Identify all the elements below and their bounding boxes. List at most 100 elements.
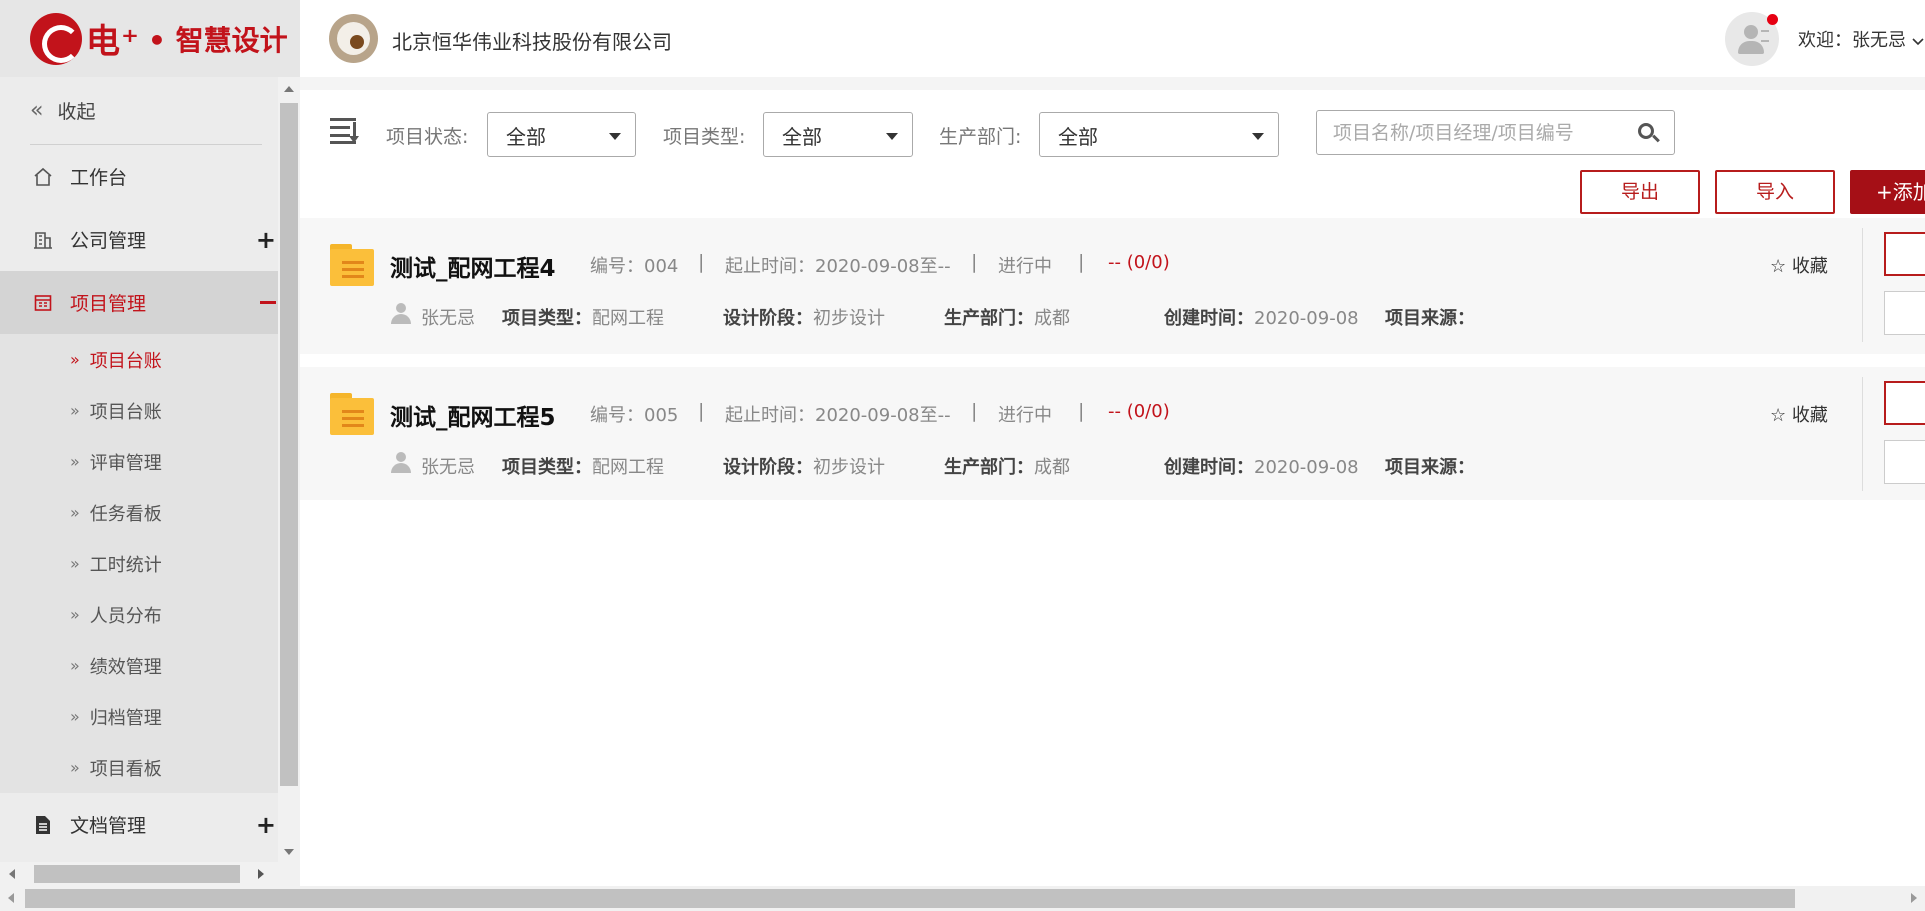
- double-chevron-right-icon: »: [70, 656, 80, 675]
- submenu-item-worktime[interactable]: » 工时统计: [0, 538, 280, 589]
- sidebar-item-project[interactable]: 项目管理: [0, 271, 280, 334]
- stage-value: 初步设计: [813, 308, 885, 329]
- caret-down-icon: [609, 133, 621, 140]
- brand-logo[interactable]: 电⁺ • 智慧设计: [0, 0, 300, 77]
- collapse-sidebar-button[interactable]: « 收起: [0, 77, 280, 144]
- document-icon: [30, 815, 56, 835]
- scroll-left-arrow-icon[interactable]: [8, 893, 14, 903]
- person-icon: [391, 452, 411, 474]
- collapse-label: 收起: [57, 101, 96, 123]
- source-key: 项目来源：: [1385, 457, 1475, 478]
- dept-value: 成都: [1034, 457, 1070, 478]
- divider: [1862, 228, 1863, 342]
- company-logo: [329, 14, 378, 63]
- main-horizontal-scrollbar[interactable]: [0, 886, 1925, 911]
- scroll-right-arrow-icon[interactable]: [258, 869, 264, 879]
- submenu-item-performance[interactable]: » 绩效管理: [0, 640, 280, 691]
- created-key: 创建时间：: [1164, 457, 1254, 478]
- header-separator: [300, 77, 1925, 90]
- submenu-label: 项目台账: [89, 401, 162, 423]
- department-select[interactable]: 全部: [1039, 112, 1279, 157]
- double-chevron-right-icon: »: [70, 401, 80, 420]
- sidebar-item-label: 工作台: [70, 167, 128, 189]
- status-select[interactable]: 全部: [487, 112, 636, 157]
- search-input[interactable]: [1317, 111, 1622, 154]
- delete-button[interactable]: [1884, 440, 1925, 484]
- scrollbar-thumb[interactable]: [34, 865, 240, 883]
- logo-subtitle: • 智慧设计: [147, 23, 288, 57]
- sidebar-item-label: 项目管理: [70, 293, 147, 315]
- sidebar-item-documents[interactable]: 文档管理 +: [0, 793, 280, 856]
- edit-button[interactable]: [1884, 381, 1925, 425]
- export-button[interactable]: 导出: [1580, 170, 1700, 214]
- sidebar: 电⁺ • 智慧设计 « 收起 工作台 公司管理 + 项目管理 » 项目台账 » …: [0, 0, 300, 911]
- divider: [1862, 377, 1863, 491]
- department-filter-label: 生产部门:: [939, 126, 1022, 148]
- folder-icon: [330, 393, 374, 435]
- project-title[interactable]: 测试_配网工程4: [390, 249, 556, 283]
- caret-down-icon: [886, 133, 898, 140]
- submenu-item-task-board[interactable]: » 任务看板: [0, 487, 280, 538]
- type-select[interactable]: 全部: [763, 112, 913, 157]
- project-submenu: » 项目台账 » 项目台账 » 评审管理 » 任务看板 » 工时统计 » 人员分…: [0, 334, 280, 793]
- favorite-button[interactable]: ☆ 收藏: [1770, 401, 1828, 427]
- filter-bar: 项目状态: 全部 项目类型: 全部 生产部门: 全部 导出 导入 +添加: [300, 90, 1925, 218]
- double-chevron-right-icon: »: [70, 350, 80, 369]
- user-menu[interactable]: 欢迎：张无忌: [1798, 26, 1924, 52]
- double-chevron-left-icon: «: [30, 98, 44, 123]
- expand-plus-icon[interactable]: +: [256, 226, 276, 254]
- user-icon: [1744, 25, 1758, 39]
- add-project-button[interactable]: +添加: [1850, 170, 1925, 214]
- collapse-minus-icon[interactable]: [260, 301, 276, 304]
- submenu-item-review[interactable]: » 评审管理: [0, 436, 280, 487]
- submenu-item-project-board[interactable]: » 项目看板: [0, 742, 280, 793]
- double-chevron-right-icon: »: [70, 452, 80, 471]
- separator: |: [698, 251, 705, 273]
- submenu-item-staff-distribution[interactable]: » 人员分布: [0, 589, 280, 640]
- scroll-left-arrow-icon[interactable]: [9, 869, 15, 879]
- submenu-item-archive[interactable]: » 归档管理: [0, 691, 280, 742]
- chevron-down-icon: [1912, 30, 1924, 51]
- user-icon-body: [1738, 41, 1764, 54]
- sidebar-item-workbench[interactable]: 工作台: [0, 145, 280, 208]
- submenu-label: 项目台账: [89, 350, 162, 372]
- scrollbar-thumb[interactable]: [25, 889, 1795, 908]
- project-card[interactable]: 测试_配网工程5 编号：005 | 起止时间：2020-09-08至-- | 进…: [300, 367, 1925, 500]
- project-code: 编号：005: [590, 405, 679, 426]
- scroll-up-arrow-icon[interactable]: [284, 86, 294, 92]
- submenu-item-project-ledger-2[interactable]: » 项目台账: [0, 385, 280, 436]
- search-box: [1316, 110, 1675, 155]
- submenu-label: 任务看板: [89, 503, 162, 525]
- search-button[interactable]: [1622, 111, 1674, 154]
- type-value: 配网工程: [592, 308, 664, 329]
- project-manager: 张无忌: [421, 457, 475, 478]
- scroll-right-arrow-icon[interactable]: [1911, 893, 1917, 903]
- stage-key: 设计阶段：: [723, 308, 813, 329]
- edit-button[interactable]: [1884, 232, 1925, 276]
- sidebar-item-company[interactable]: 公司管理 +: [0, 208, 280, 271]
- double-chevron-right-icon: »: [70, 758, 80, 777]
- submenu-label: 项目看板: [89, 758, 162, 780]
- submenu-item-project-ledger[interactable]: » 项目台账: [0, 334, 280, 385]
- sort-icon[interactable]: [330, 118, 360, 144]
- import-button[interactable]: 导入: [1715, 170, 1835, 214]
- delete-button[interactable]: [1884, 291, 1925, 335]
- scroll-down-arrow-icon[interactable]: [284, 849, 294, 855]
- type-filter-label: 项目类型:: [663, 126, 746, 148]
- logo-text: 电⁺: [86, 22, 140, 62]
- sidebar-vertical-scrollbar[interactable]: [278, 77, 300, 864]
- project-card[interactable]: 测试_配网工程4 编号：004 | 起止时间：2020-09-08至-- | 进…: [300, 218, 1925, 354]
- dept-key: 生产部门：: [944, 457, 1034, 478]
- company-name: 北京恒华伟业科技股份有限公司: [392, 30, 672, 54]
- search-icon-handle: [1652, 134, 1660, 143]
- home-icon: [30, 167, 56, 187]
- dept-value: 成都: [1034, 308, 1070, 329]
- project-dates: 起止时间：2020-09-08至--: [725, 405, 951, 426]
- expand-plus-icon[interactable]: +: [256, 811, 276, 839]
- project-status: 进行中: [998, 256, 1052, 277]
- favorite-button[interactable]: ☆ 收藏: [1770, 252, 1828, 278]
- project-title[interactable]: 测试_配网工程5: [390, 398, 556, 432]
- sidebar-horizontal-scrollbar[interactable]: [0, 862, 300, 886]
- scrollbar-thumb[interactable]: [280, 103, 298, 786]
- folder-icon: [330, 244, 374, 286]
